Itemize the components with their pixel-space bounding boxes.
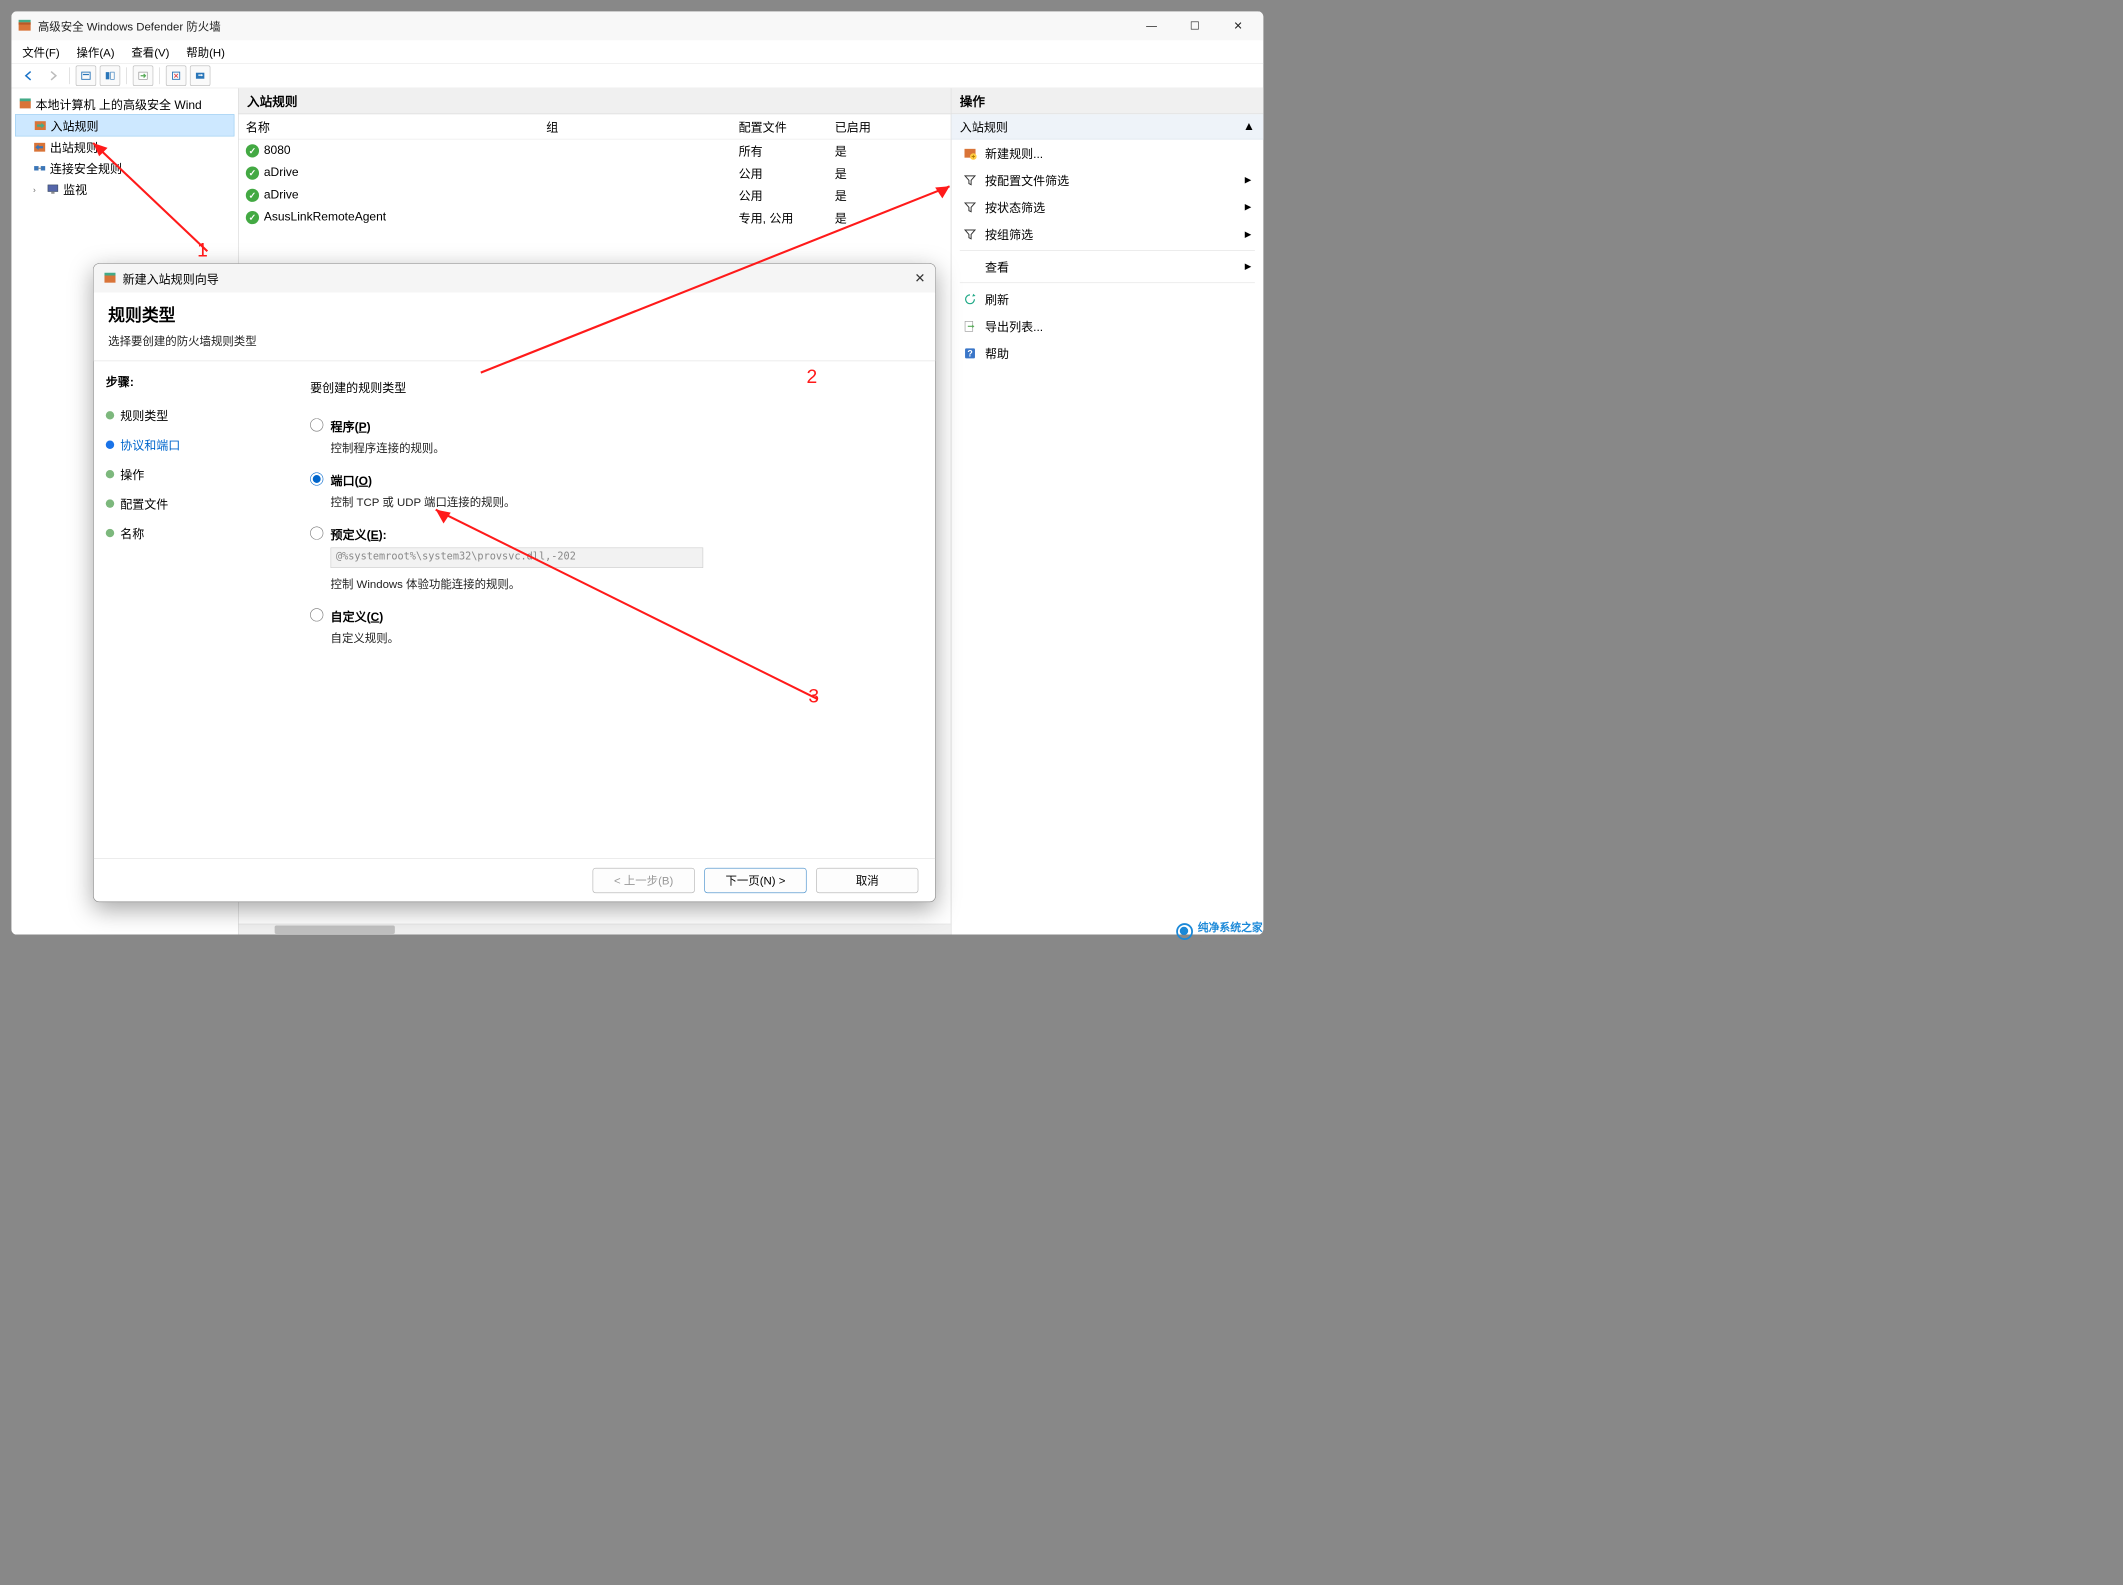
wizard-question: 要创建的规则类型 xyxy=(310,378,911,395)
tree-root[interactable]: 本地计算机 上的高级安全 Wind xyxy=(15,93,234,114)
option-custom[interactable]: 自定义(C) xyxy=(310,607,911,624)
tree-connection-security[interactable]: 连接安全规则 xyxy=(15,157,234,178)
rules-columns: 名称 组 配置文件 已启用 xyxy=(239,114,951,139)
allow-icon: ✓ xyxy=(246,166,259,179)
action-view[interactable]: 查看▶ xyxy=(951,253,1263,280)
step-rule-type[interactable]: 规则类型 xyxy=(106,400,274,429)
actions-panel: 操作 入站规则 ▲ 新建规则... 按配置文件筛选▶ 按状态筛选▶ 按组筛选▶ xyxy=(951,88,1264,934)
menu-help[interactable]: 帮助(H) xyxy=(186,44,225,60)
toolbar-button-5[interactable] xyxy=(190,66,210,86)
menu-action[interactable]: 操作(A) xyxy=(76,44,114,60)
export-icon xyxy=(963,319,976,332)
wizard-title: 新建入站规则向导 xyxy=(123,270,915,287)
table-row[interactable]: ✓8080所有是 xyxy=(239,139,951,161)
action-refresh[interactable]: 刷新 xyxy=(951,285,1263,312)
allow-icon: ✓ xyxy=(246,188,259,201)
action-filter-profile[interactable]: 按配置文件筛选▶ xyxy=(951,166,1263,193)
action-new-rule[interactable]: 新建规则... xyxy=(951,139,1263,166)
inbound-icon xyxy=(34,119,47,132)
tree-monitor[interactable]: › 监视 xyxy=(15,178,234,199)
collapse-icon: ▲ xyxy=(1243,120,1255,134)
new-rule-icon xyxy=(963,146,976,159)
actions-group[interactable]: 入站规则 ▲ xyxy=(951,114,1263,139)
tree-inbound-rules[interactable]: 入站规则 xyxy=(15,114,234,136)
actions-header: 操作 xyxy=(951,88,1263,114)
col-group[interactable]: 组 xyxy=(546,118,738,135)
table-row[interactable]: ✓AsusLinkRemoteAgent专用, 公用是 xyxy=(239,206,951,228)
wizard-steps: 步骤: 规则类型 协议和端口 操作 配置文件 名称 xyxy=(94,361,286,858)
predefined-dropdown[interactable]: @%systemroot%\system32\provsvc.dll,-202 xyxy=(331,548,704,568)
back-button[interactable] xyxy=(19,66,39,86)
action-filter-state[interactable]: 按状态筛选▶ xyxy=(951,194,1263,221)
connection-icon xyxy=(33,161,46,174)
wizard-heading: 规则类型 xyxy=(108,302,921,326)
toolbar-button-3[interactable] xyxy=(133,66,153,86)
monitor-icon xyxy=(46,182,59,195)
menu-file[interactable]: 文件(F) xyxy=(22,44,59,60)
wizard-close-button[interactable]: ✕ xyxy=(914,270,925,286)
annotation-number-1: 1 xyxy=(197,239,208,261)
option-predefined[interactable]: 预定义(E): xyxy=(310,525,911,542)
expander-icon[interactable]: › xyxy=(33,184,43,194)
toolbar xyxy=(11,63,1263,88)
rules-header: 入站规则 xyxy=(239,88,951,114)
titlebar: 高级安全 Windows Defender 防火墙 — ☐ ✕ xyxy=(11,11,1263,40)
action-help[interactable]: ? 帮助 xyxy=(951,340,1263,367)
wizard-subheading: 选择要创建的防火墙规则类型 xyxy=(108,332,921,348)
menubar: 文件(F) 操作(A) 查看(V) 帮助(H) xyxy=(11,40,1263,63)
wizard-titlebar: 新建入站规则向导 ✕ xyxy=(94,264,935,293)
forward-button[interactable] xyxy=(43,66,63,86)
horizontal-scrollbar[interactable] xyxy=(239,924,951,935)
refresh-icon xyxy=(963,292,976,305)
tree-outbound-rules[interactable]: 出站规则 xyxy=(15,136,234,157)
filter-icon xyxy=(963,227,976,240)
wizard-header: 规则类型 选择要创建的防火墙规则类型 xyxy=(94,293,935,362)
toolbar-button-2[interactable] xyxy=(100,66,120,86)
back-button[interactable]: < 上一步(B) xyxy=(593,868,695,893)
wizard-main: 要创建的规则类型 程序(P) 控制程序连接的规则。 端口(O) 控制 TCP 或… xyxy=(286,361,935,858)
wizard-footer: < 上一步(B) 下一页(N) > 取消 xyxy=(94,858,935,901)
watermark-logo-icon xyxy=(1176,923,1193,940)
firewall-icon xyxy=(17,19,31,33)
firewall-icon xyxy=(19,97,32,110)
filter-icon xyxy=(963,200,976,213)
minimize-button[interactable]: — xyxy=(1138,15,1164,37)
maximize-button[interactable]: ☐ xyxy=(1182,15,1208,37)
help-icon: ? xyxy=(963,346,976,359)
col-name[interactable]: 名称 xyxy=(246,118,547,135)
action-filter-group[interactable]: 按组筛选▶ xyxy=(951,221,1263,248)
annotation-number-3: 3 xyxy=(808,685,819,707)
svg-text:?: ? xyxy=(967,348,972,358)
option-program[interactable]: 程序(P) xyxy=(310,417,911,434)
col-profile[interactable]: 配置文件 xyxy=(739,118,835,135)
menu-view[interactable]: 查看(V) xyxy=(131,44,169,60)
toolbar-button-4[interactable] xyxy=(166,66,186,86)
table-row[interactable]: ✓aDrive公用是 xyxy=(239,162,951,184)
cancel-button[interactable]: 取消 xyxy=(816,868,918,893)
table-row[interactable]: ✓aDrive公用是 xyxy=(239,184,951,206)
outbound-icon xyxy=(33,140,46,153)
firewall-icon xyxy=(103,272,116,285)
filter-icon xyxy=(963,173,976,186)
action-export[interactable]: 导出列表... xyxy=(951,313,1263,340)
wizard-dialog: 新建入站规则向导 ✕ 规则类型 选择要创建的防火墙规则类型 步骤: 规则类型 协… xyxy=(93,263,936,902)
option-port[interactable]: 端口(O) xyxy=(310,471,911,488)
allow-icon: ✓ xyxy=(246,211,259,224)
watermark: 纯净系统之家 kzmyhome.com xyxy=(1176,919,1263,944)
next-button[interactable]: 下一页(N) > xyxy=(704,868,806,893)
annotation-number-2: 2 xyxy=(807,365,818,387)
step-profile[interactable]: 配置文件 xyxy=(106,489,274,518)
step-protocol-port[interactable]: 协议和端口 xyxy=(106,430,274,459)
step-name[interactable]: 名称 xyxy=(106,518,274,547)
toolbar-button-1[interactable] xyxy=(76,66,96,86)
allow-icon: ✓ xyxy=(246,144,259,157)
window-title: 高级安全 Windows Defender 防火墙 xyxy=(38,18,1138,34)
close-button[interactable]: ✕ xyxy=(1225,15,1251,37)
col-enabled[interactable]: 已启用 xyxy=(835,118,907,135)
step-action[interactable]: 操作 xyxy=(106,459,274,488)
